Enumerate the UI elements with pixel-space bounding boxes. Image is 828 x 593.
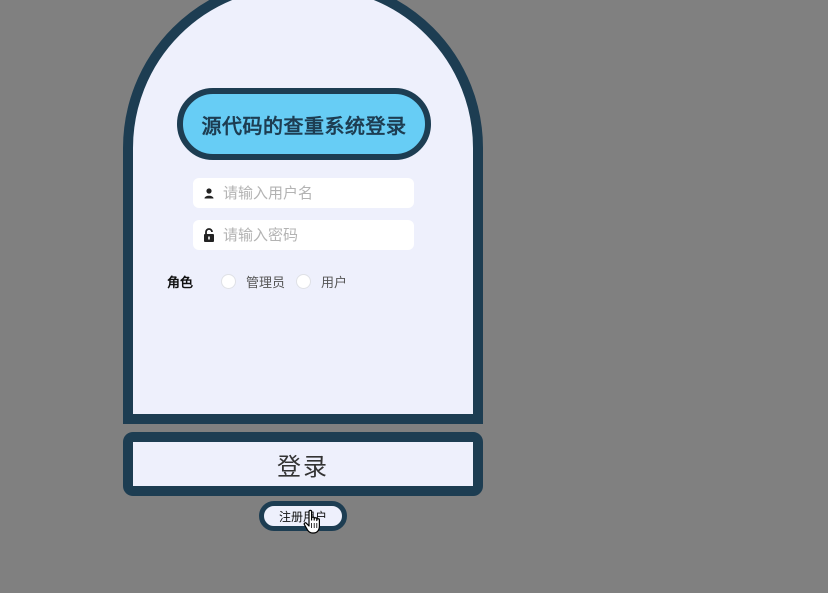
title-pill: 源代码的查重系统登录 xyxy=(177,88,431,160)
password-field[interactable] xyxy=(193,220,414,250)
role-option-admin[interactable]: 管理员 xyxy=(221,272,285,291)
login-page: 源代码的查重系统登录 角色 管理员 用户 xyxy=(0,0,828,593)
hand-pointer-icon xyxy=(303,509,325,535)
password-input[interactable] xyxy=(223,226,403,244)
page-title: 源代码的查重系统登录 xyxy=(201,113,407,138)
username-field[interactable] xyxy=(193,178,414,208)
login-button-label: 登录 xyxy=(277,452,329,481)
role-label: 角色 xyxy=(167,275,194,291)
role-option-user[interactable]: 用户 xyxy=(296,272,347,291)
username-input[interactable] xyxy=(223,184,403,202)
radio-admin[interactable] xyxy=(221,273,237,289)
lock-icon xyxy=(202,228,216,242)
user-icon xyxy=(202,186,216,200)
role-option-admin-label: 管理员 xyxy=(246,275,286,291)
login-card xyxy=(123,0,483,424)
role-option-user-label: 用户 xyxy=(321,275,348,291)
radio-user[interactable] xyxy=(296,273,312,289)
role-selector: 角色 管理员 用户 xyxy=(167,271,358,291)
login-button[interactable]: 登录 xyxy=(123,432,483,496)
